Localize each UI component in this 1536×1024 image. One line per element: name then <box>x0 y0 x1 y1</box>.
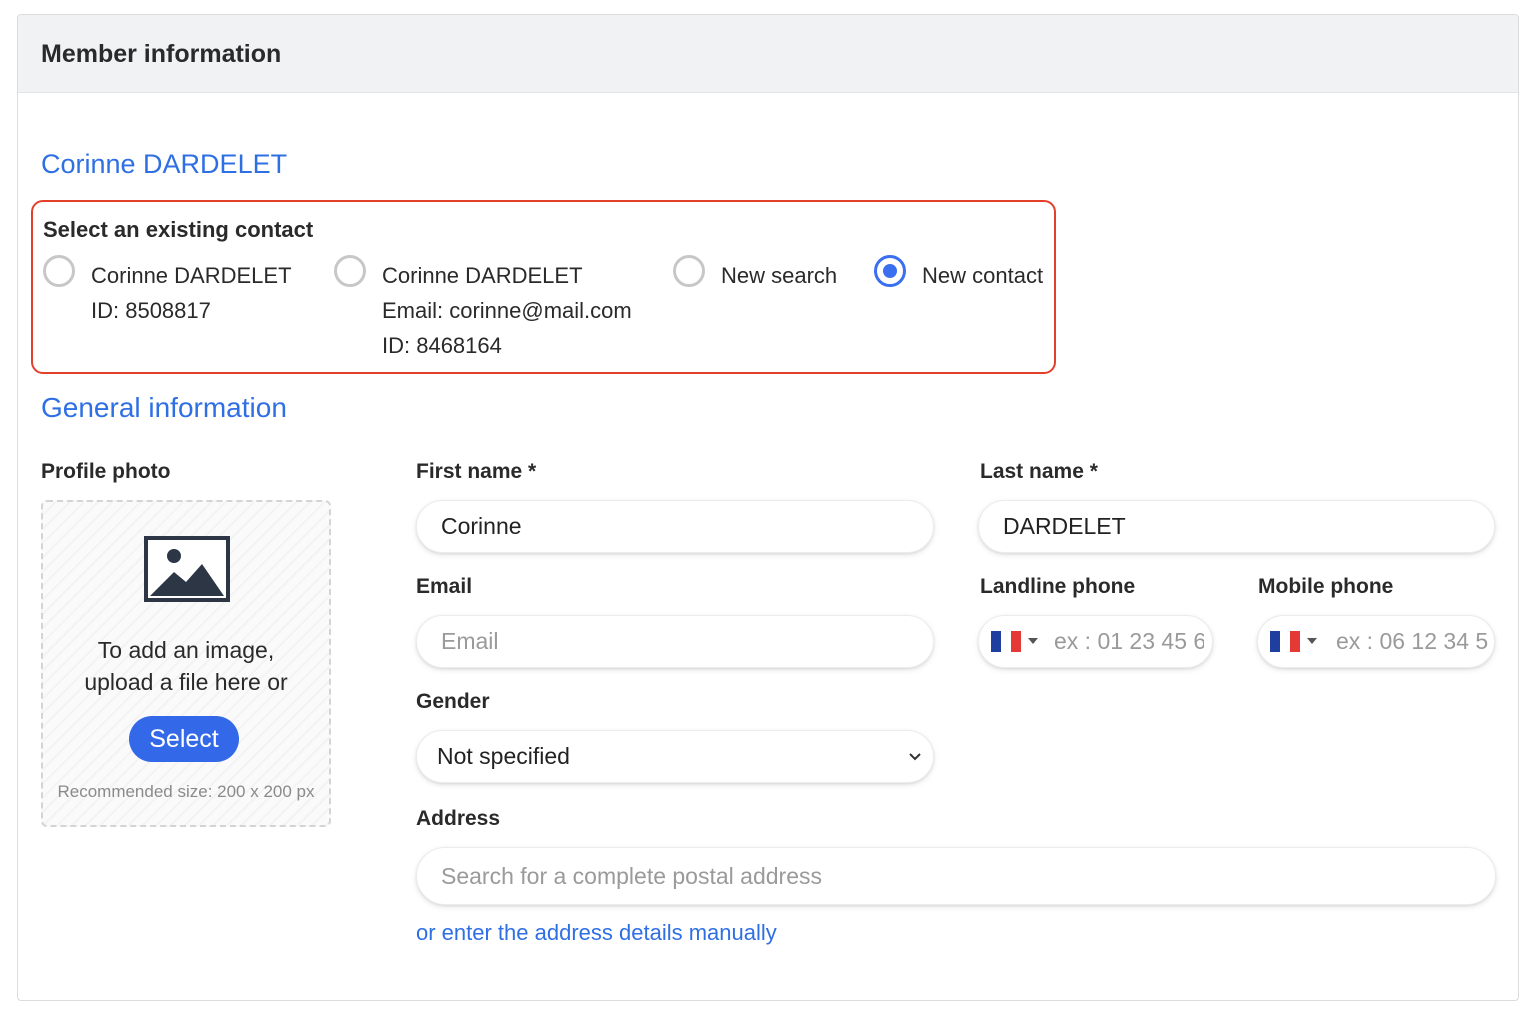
panel-header: Member information <box>18 15 1518 93</box>
flag-france-icon[interactable] <box>991 631 1021 652</box>
mobile-placeholder: ex : 06 12 34 56 78 <box>1336 628 1488 654</box>
address-label: Address <box>416 807 501 830</box>
email-field[interactable]: Email <box>416 615 934 668</box>
caret-down-icon <box>1028 638 1038 644</box>
member-name-heading: Corinne DARDELET <box>41 149 288 179</box>
address-search-field[interactable]: Search for a complete postal address <box>416 847 1496 905</box>
radio-button[interactable] <box>334 255 366 287</box>
radio-button-selected[interactable] <box>874 255 906 287</box>
flag-france-icon[interactable] <box>1270 631 1300 652</box>
option-id: ID: 8508817 <box>91 298 211 323</box>
landline-phone-field[interactable]: ex : 01 23 45 67 89 <box>978 615 1213 668</box>
mobile-phone-label: Mobile phone <box>1258 575 1394 598</box>
panel-title: Member information <box>41 40 282 68</box>
option-label: New contact <box>922 263 1044 288</box>
option-email: Email: corinne@mail.com <box>382 298 632 323</box>
image-icon <box>144 536 230 602</box>
first-name-field[interactable]: Corinne <box>416 500 934 553</box>
gender-selected-value: Not specified <box>437 743 570 769</box>
landline-placeholder: ex : 01 23 45 67 89 <box>1054 628 1204 654</box>
landline-phone-label: Landline phone <box>980 575 1136 598</box>
last-name-field[interactable]: DARDELET <box>978 500 1495 553</box>
photo-upload-instructions: To add an image, upload a file here or <box>84 637 288 695</box>
member-information-panel: Member information Corinne DARDELET Sele… <box>17 14 1519 1001</box>
first-name-label: First name * <box>416 460 537 483</box>
profile-photo-dropzone[interactable]: To add an image, upload a file here or S… <box>41 500 331 827</box>
gender-select[interactable]: Not specified <box>416 730 934 783</box>
radio-button[interactable] <box>43 255 75 287</box>
last-name-label: Last name * <box>980 460 1098 483</box>
radio-button[interactable] <box>673 255 705 287</box>
email-label: Email <box>416 575 473 598</box>
manual-address-link[interactable]: or enter the address details manually <box>416 920 777 946</box>
select-file-button[interactable]: Select <box>129 716 239 762</box>
profile-photo-label: Profile photo <box>41 460 171 483</box>
option-name: Corinne DARDELET <box>91 263 292 288</box>
caret-down-icon <box>1307 638 1317 644</box>
chevron-down-icon <box>909 753 921 761</box>
photo-size-hint: Recommended size: 200 x 200 px <box>57 782 315 801</box>
existing-contact-title: Select an existing contact <box>43 217 314 242</box>
option-id: ID: 8468164 <box>382 333 502 358</box>
option-name: Corinne DARDELET <box>382 263 583 288</box>
gender-label: Gender <box>416 690 490 713</box>
existing-contact-selector: Select an existing contact Corinne DARDE… <box>31 200 1056 374</box>
mobile-phone-field[interactable]: ex : 06 12 34 56 78 <box>1257 615 1495 668</box>
general-information-heading: General information <box>41 392 287 423</box>
option-label: New search <box>721 263 838 288</box>
